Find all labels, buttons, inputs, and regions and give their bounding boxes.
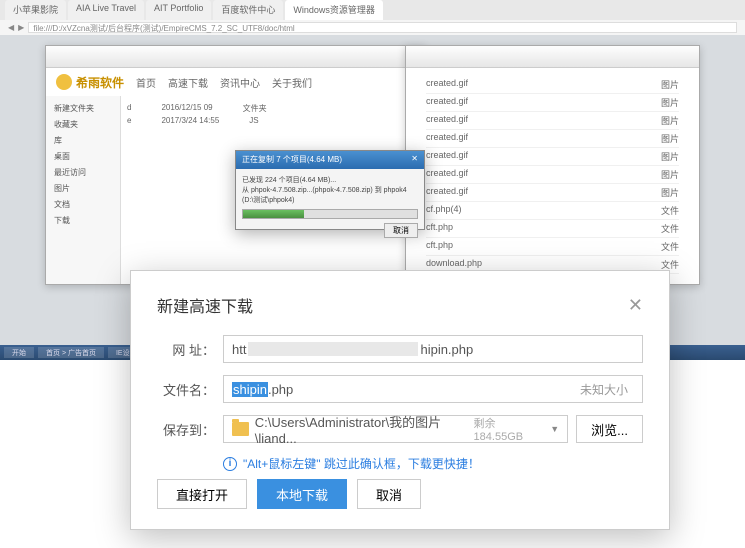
info-icon: i bbox=[223, 457, 237, 471]
nav-link[interactable]: 高速下载 bbox=[168, 75, 208, 90]
tab-strip: 小苹果影院 AIA Live Travel AIT Portfolio 百度软件… bbox=[0, 0, 745, 20]
file-row[interactable]: created.gif图片 bbox=[426, 166, 679, 184]
disk-remaining: 剩余184.55GB bbox=[474, 415, 541, 443]
url-blur bbox=[248, 342, 418, 356]
file-row[interactable]: cf.php(4)文件 bbox=[426, 202, 679, 220]
start-button[interactable]: 开始 bbox=[4, 347, 34, 358]
address-bar[interactable]: file:///D:/xVZcna测试/后台程序(测试)/EmpireCMS_7… bbox=[28, 22, 737, 33]
filename-input[interactable]: shipin.php 未知大小 bbox=[223, 375, 643, 403]
progress-info: 已发现 224 个项目(4.64 MB)... bbox=[242, 175, 418, 185]
window-titlebar bbox=[406, 46, 699, 68]
saveto-label: 保存到： bbox=[157, 420, 215, 439]
sidebar-item[interactable]: 最近访问 bbox=[50, 165, 116, 180]
save-path-input[interactable]: C:\Users\Administrator\我的图片\liand... 剩余1… bbox=[223, 415, 568, 443]
progress-bar bbox=[242, 209, 418, 219]
file-row[interactable]: created.gif图片 bbox=[426, 112, 679, 130]
explorer-sidebar: 新建文件夹 收藏夹 库 桌面 最近访问 图片 文档 下载 bbox=[46, 96, 121, 284]
site-logo: 希雨软件 bbox=[56, 74, 124, 91]
nav-link[interactable]: 资讯中心 bbox=[220, 75, 260, 90]
browser-tab[interactable]: 小苹果影院 bbox=[5, 0, 66, 20]
file-row[interactable]: created.gif图片 bbox=[426, 148, 679, 166]
browse-button[interactable]: 浏览... bbox=[576, 415, 643, 443]
explorer-window-right: created.gif图片 created.gif图片 created.gif图… bbox=[405, 45, 700, 285]
browser-tab[interactable]: Windows资源管理器 bbox=[285, 0, 383, 20]
file-row[interactable]: e2017/3/24 14:55JS bbox=[127, 115, 418, 126]
sidebar-item[interactable]: 文档 bbox=[50, 197, 116, 212]
close-icon[interactable]: ✕ bbox=[628, 295, 643, 316]
sidebar-item[interactable]: 库 bbox=[50, 133, 116, 148]
nav-back-icon[interactable]: ◀ bbox=[8, 23, 14, 32]
url-label: 网 址： bbox=[157, 340, 215, 359]
nav-link[interactable]: 关于我们 bbox=[272, 75, 312, 90]
download-dialog: 新建高速下载 ✕ 网 址： htt hipin.php 文件名： shipin.… bbox=[130, 270, 670, 530]
file-row[interactable]: created.gif图片 bbox=[426, 184, 679, 202]
filename-label: 文件名： bbox=[157, 380, 215, 399]
browser-tab[interactable]: AIT Portfolio bbox=[146, 0, 211, 20]
sidebar-item[interactable]: 桌面 bbox=[50, 149, 116, 164]
taskbar-item[interactable]: 首页 > 广告首页 bbox=[38, 347, 104, 358]
sidebar-item[interactable]: 收藏夹 bbox=[50, 117, 116, 132]
download-button[interactable]: 本地下载 bbox=[257, 479, 347, 509]
file-row[interactable]: created.gif图片 bbox=[426, 130, 679, 148]
sidebar-item[interactable]: 下载 bbox=[50, 213, 116, 228]
browser-tab[interactable]: AIA Live Travel bbox=[68, 0, 144, 20]
file-row[interactable]: cft.php文件 bbox=[426, 238, 679, 256]
nav-link[interactable]: 首页 bbox=[136, 75, 156, 90]
file-row[interactable]: created.gif图片 bbox=[426, 94, 679, 112]
file-size: 未知大小 bbox=[580, 381, 634, 398]
file-row[interactable]: created.gif图片 bbox=[426, 76, 679, 94]
file-list: created.gif图片 created.gif图片 created.gif图… bbox=[406, 68, 699, 282]
progress-text: 从 phpok-4.7.508.zip...(phpok-4.7.508.zip… bbox=[242, 185, 418, 205]
cancel-button[interactable]: 取消 bbox=[384, 223, 418, 238]
close-icon[interactable]: ✕ bbox=[411, 154, 418, 166]
sidebar-item[interactable]: 新建文件夹 bbox=[50, 101, 116, 116]
tip-text: i "Alt+鼠标左键" 跳过此确认框，下载更快捷！ bbox=[223, 455, 643, 472]
open-directly-button[interactable]: 直接打开 bbox=[157, 479, 247, 509]
folder-icon bbox=[232, 422, 249, 436]
nav-fwd-icon[interactable]: ▶ bbox=[18, 23, 24, 32]
browser-chrome: 小苹果影院 AIA Live Travel AIT Portfolio 百度软件… bbox=[0, 0, 745, 35]
cancel-button[interactable]: 取消 bbox=[357, 479, 421, 509]
url-input[interactable]: htt hipin.php bbox=[223, 335, 643, 363]
progress-title: 正在复制 7 个项目(4.64 MB) bbox=[242, 154, 342, 166]
window-titlebar bbox=[46, 46, 424, 68]
browser-tab[interactable]: 百度软件中心 bbox=[213, 0, 283, 20]
file-row[interactable]: d2016/12/15 09文件夹 bbox=[127, 102, 418, 115]
chevron-down-icon[interactable]: ▼ bbox=[550, 424, 559, 434]
copy-progress-dialog: 正在复制 7 个项目(4.64 MB) ✕ 已发现 224 个项目(4.64 MB… bbox=[235, 150, 425, 230]
sidebar-item[interactable]: 图片 bbox=[50, 181, 116, 196]
logo-icon bbox=[56, 74, 72, 90]
file-row[interactable]: cft.php文件 bbox=[426, 220, 679, 238]
dialog-title: 新建高速下载 bbox=[157, 293, 253, 317]
